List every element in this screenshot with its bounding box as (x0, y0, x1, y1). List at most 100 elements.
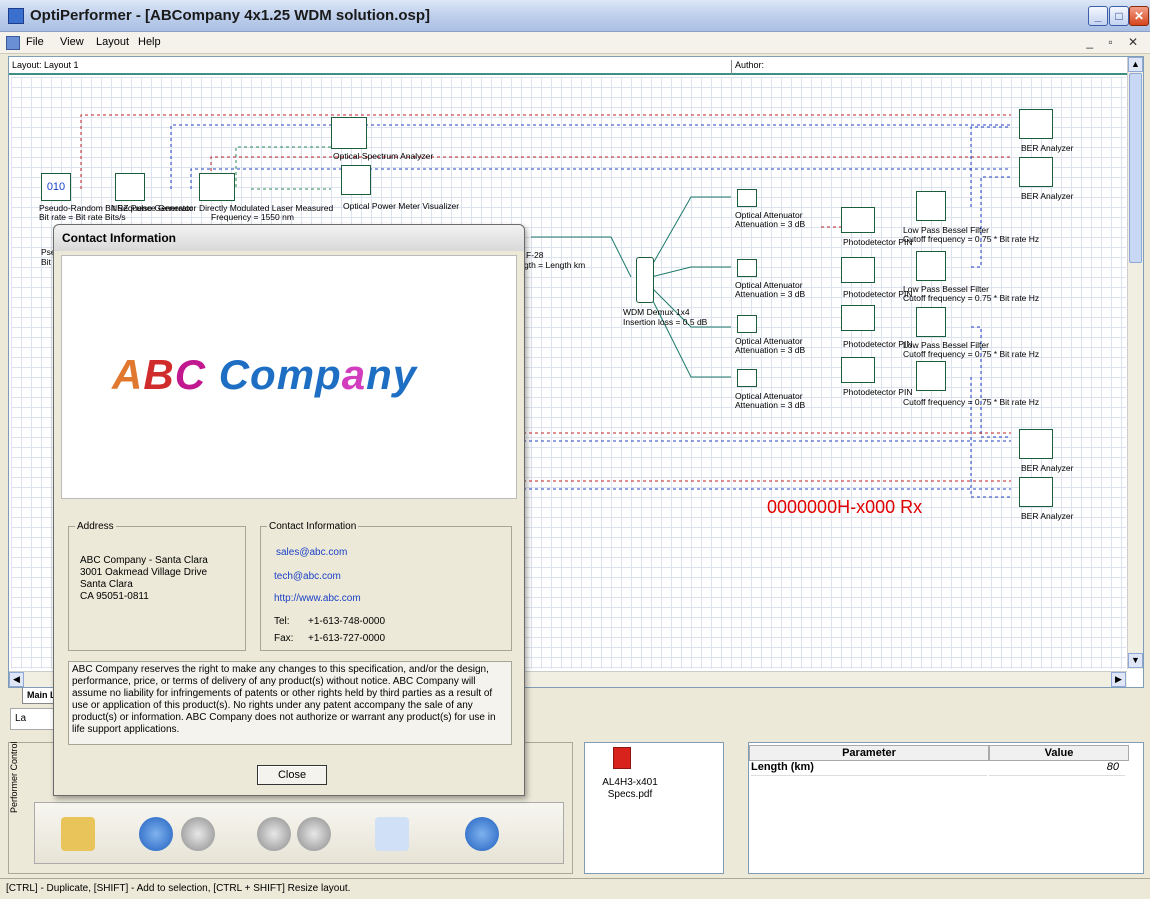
logo-panel: ABC Company (61, 255, 517, 499)
document-icon[interactable] (6, 36, 20, 50)
filter-4[interactable] (916, 361, 946, 391)
nrz-label: NRZ Pulse Generator (111, 203, 193, 213)
ber-analyzer-2[interactable] (1019, 157, 1053, 187)
website-link[interactable]: http://www.abc.com (274, 593, 361, 605)
play-icon[interactable] (139, 817, 173, 851)
attenuator-2-param: Attenuation = 3 dB (735, 289, 806, 299)
info-icon[interactable] (465, 817, 499, 851)
attenuator-1[interactable] (737, 189, 757, 207)
scroll-down-button[interactable]: ▼ (1128, 653, 1143, 668)
stop-icon[interactable] (181, 817, 215, 851)
attenuator-4-param: Attenuation = 3 dB (735, 400, 806, 410)
wdm-demux[interactable] (636, 257, 654, 303)
param-value-cell[interactable]: 80 (989, 761, 1125, 776)
address-line-1: ABC Company - Santa Clara (80, 555, 208, 566)
param-header: Parameter (749, 745, 989, 761)
menu-bar: File View Layout Help _ ▫ ✕ (0, 32, 1150, 54)
minimize-button[interactable]: _ (1088, 6, 1108, 26)
ber-analyzer-3[interactable] (1019, 429, 1053, 459)
laser-component[interactable] (199, 173, 235, 201)
param-name-cell: Length (km) (751, 761, 987, 776)
optical-spectrum-analyzer[interactable] (331, 117, 367, 149)
ber-1-label: BER Analyzer (1021, 143, 1074, 153)
performer-toolbar (34, 802, 564, 864)
open-folder-icon[interactable] (61, 817, 95, 851)
filter-3[interactable] (916, 307, 946, 337)
prbs-generator[interactable]: 010 (41, 173, 71, 201)
fiber-label: F-28 (526, 250, 544, 260)
status-bar: [CTRL] - Duplicate, [SHIFT] - Add to sel… (0, 878, 1150, 899)
fax-value: +1-613-727-0000 (308, 633, 386, 644)
scroll-up-button[interactable]: ▲ (1128, 57, 1143, 72)
prbs-param: Bit rate = Bit rate Bits/s (39, 212, 126, 222)
disclaimer-text: ABC Company reserves the right to make a… (68, 661, 512, 745)
pdf-filename[interactable]: AL4H3-x401 Specs.pdf (585, 777, 675, 801)
layout-header: Layout: Layout 1 Author: (9, 57, 1127, 75)
scroll-right-button[interactable]: ▶ (1111, 672, 1126, 687)
tel-value: +1-613-748-0000 (308, 616, 386, 627)
close-button[interactable]: Close (257, 765, 327, 785)
menu-file[interactable]: File (26, 36, 44, 48)
contact-legend: Contact Information (269, 521, 357, 532)
attenuator-1-param: Attenuation = 3 dB (735, 219, 806, 229)
pdf-icon[interactable] (613, 747, 631, 769)
address-line-3: Santa Clara (80, 579, 133, 590)
photodetector-2[interactable] (841, 257, 875, 283)
scroll-thumb[interactable] (1129, 73, 1142, 263)
scroll-left-button[interactable]: ◀ (9, 672, 24, 687)
window-title: OptiPerformer - [ABCompany 4x1.25 WDM so… (30, 7, 431, 24)
menu-help[interactable]: Help (138, 36, 161, 48)
files-pane: AL4H3-x401 Specs.pdf (584, 742, 724, 874)
photodetector-3[interactable] (841, 305, 875, 331)
ber-4-label: BER Analyzer (1021, 511, 1074, 521)
company-logo: ABC Company (112, 351, 418, 398)
step-forward-icon[interactable] (297, 817, 331, 851)
optical-power-meter[interactable] (341, 165, 371, 195)
photodetector-4[interactable] (841, 357, 875, 383)
ber-3-label: BER Analyzer (1021, 463, 1074, 473)
filter-2[interactable] (916, 251, 946, 281)
fiber-param: gth = Length km (524, 260, 586, 270)
laser-param: Frequency = 1550 nm (211, 212, 294, 222)
filter-3-param: Cutoff frequency = 0.75 * Bit rate Hz (903, 349, 1040, 359)
mdi-controls[interactable]: _ ▫ ✕ (1086, 35, 1144, 49)
attenuator-4[interactable] (737, 369, 757, 387)
app-icon (8, 8, 24, 24)
dialog-title: Contact Information (54, 225, 524, 251)
menu-layout[interactable]: Layout (96, 36, 129, 48)
contact-info-group: Contact Information (260, 521, 512, 651)
value-header: Value (989, 745, 1129, 761)
close-window-button[interactable]: ✕ (1129, 6, 1149, 26)
sales-email-link[interactable]: sales@abc.com (276, 547, 347, 559)
attenuator-3[interactable] (737, 315, 757, 333)
address-line-2: 3001 Oakmead Village Drive (80, 567, 208, 578)
photodetector-4-label: Photodetector PIN (843, 387, 913, 397)
filter-1[interactable] (916, 191, 946, 221)
ber-analyzer-1[interactable] (1019, 109, 1053, 139)
demux-label: WDM Demux 1x4 (623, 307, 690, 317)
photodetector-1[interactable] (841, 207, 875, 233)
filter-2-param: Cutoff frequency = 0.75 * Bit rate Hz (903, 293, 1040, 303)
author-label: Author: (731, 60, 764, 74)
maximize-button[interactable]: □ (1109, 6, 1129, 26)
address-legend: Address (77, 521, 114, 532)
menu-view[interactable]: View (60, 36, 84, 48)
report-icon[interactable] (375, 817, 409, 851)
tel-label: Tel: (274, 616, 290, 627)
title-bar: OptiPerformer - [ABCompany 4x1.25 WDM so… (0, 0, 1150, 32)
attenuator-3-param: Attenuation = 3 dB (735, 345, 806, 355)
vertical-scrollbar[interactable]: ▲ ▼ (1127, 57, 1143, 669)
filter-4-label: Cutoff frequency = 0.75 * Bit rate Hz (903, 397, 1040, 407)
fax-label: Fax: (274, 633, 294, 644)
tech-email-link[interactable]: tech@abc.com (274, 571, 341, 583)
step-back-icon[interactable] (257, 817, 291, 851)
demux-param: Insertion loss = 0.5 dB (623, 317, 708, 327)
address-line-4: CA 95051-0811 (80, 591, 149, 602)
nrz-pulse-generator[interactable] (115, 173, 145, 201)
filter-1-param: Cutoff frequency = 0.75 * Bit rate Hz (903, 234, 1040, 244)
ber-analyzer-4[interactable] (1019, 477, 1053, 507)
layout-name: Layout: Layout 1 (12, 60, 79, 70)
attenuator-2[interactable] (737, 259, 757, 277)
parameters-table: Parameter Value Length (km) 80 (748, 742, 1144, 874)
osa-label: Optical Spectrum Analyzer (333, 151, 434, 161)
